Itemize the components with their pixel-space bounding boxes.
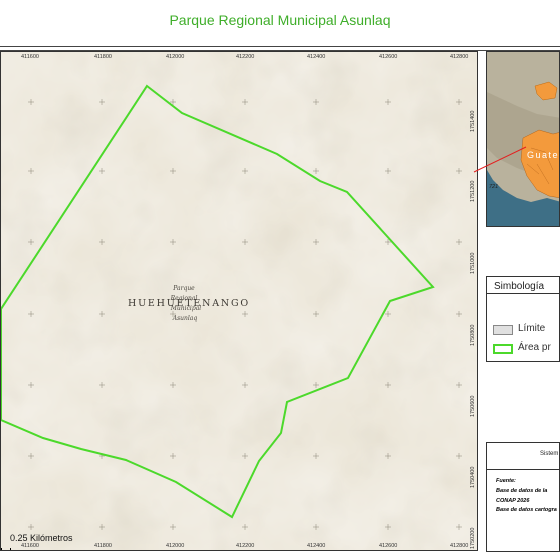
inset-code-label: 721: [489, 184, 498, 190]
legend-panel: Simbología Límite Área pr: [486, 276, 560, 362]
inset-leader-line: [473, 146, 527, 173]
x-coord-top: 411800: [94, 54, 112, 60]
source-line: Base de datos de la: [496, 488, 548, 494]
x-coord-top: 412000: [166, 54, 185, 60]
legend-swatch-protected-area: [493, 344, 513, 354]
y-coord-right: 1751000: [470, 252, 476, 274]
source-divider: [487, 469, 559, 470]
y-coord-right: 1750200: [470, 527, 476, 549]
y-coord-right: 1750800: [470, 324, 476, 346]
x-coord-top: 412400: [307, 54, 326, 60]
x-coord-top: 411600: [21, 54, 39, 60]
source-panel: Sistem Fuente: Base de datos de la CONAP…: [486, 442, 560, 552]
inset-leader: [473, 146, 527, 173]
y-coord-right: 1750600: [470, 395, 476, 417]
legend-label: Área pr: [518, 342, 551, 353]
title-divider: [0, 46, 560, 47]
x-coord-bottom: 412200: [236, 543, 255, 549]
x-coord-top: 412600: [379, 54, 398, 60]
x-coord-bottom: 411600: [21, 543, 39, 549]
page-title: Parque Regional Municipal Asunlaq: [169, 12, 391, 28]
park-label-line: Asunlaq: [172, 315, 198, 322]
source-line: Base de datos cartogra: [496, 507, 557, 513]
legend-title: Simbología: [494, 281, 545, 292]
park-label-line: Municipal: [170, 305, 201, 312]
main-map[interactable]: HUEHUETENANGO Parque Regional Municipal …: [0, 51, 478, 551]
x-coord-top: 412800: [450, 54, 469, 60]
x-coord-bottom: 412400: [307, 543, 326, 549]
x-coord-bottom: 412600: [379, 543, 398, 549]
scale-label: 0.25 Kilómetros: [10, 533, 73, 543]
legend-label: Límite: [518, 323, 546, 334]
x-coord-top: 412200: [236, 54, 255, 60]
legend-item-limit: Límite: [493, 323, 560, 337]
park-label-line: Parque: [172, 285, 195, 292]
y-coord-right: 1751200: [470, 180, 476, 202]
x-coord-bottom: 412000: [166, 543, 185, 549]
x-coord-bottom: 412800: [450, 543, 469, 549]
inset-country-label: Guate: [527, 150, 559, 160]
map-canvas: HUEHUETENANGO Parque Regional Municipal …: [1, 52, 477, 550]
y-coord-right: 1750400: [470, 466, 476, 488]
source-line: CONAP 2026: [496, 498, 530, 504]
park-label-line: Regional: [170, 295, 198, 302]
legend-divider: [487, 293, 560, 294]
title-bar: Parque Regional Municipal Asunlaq: [0, 0, 560, 46]
x-coord-bottom: 411800: [94, 543, 112, 549]
scale-bar: [1, 548, 11, 550]
legend-item-protected-area: Área pr: [493, 342, 560, 356]
legend-swatch-limit: [493, 325, 513, 335]
source-label: Fuente:: [496, 478, 516, 484]
coordinate-system-label: Sistem: [540, 451, 559, 457]
